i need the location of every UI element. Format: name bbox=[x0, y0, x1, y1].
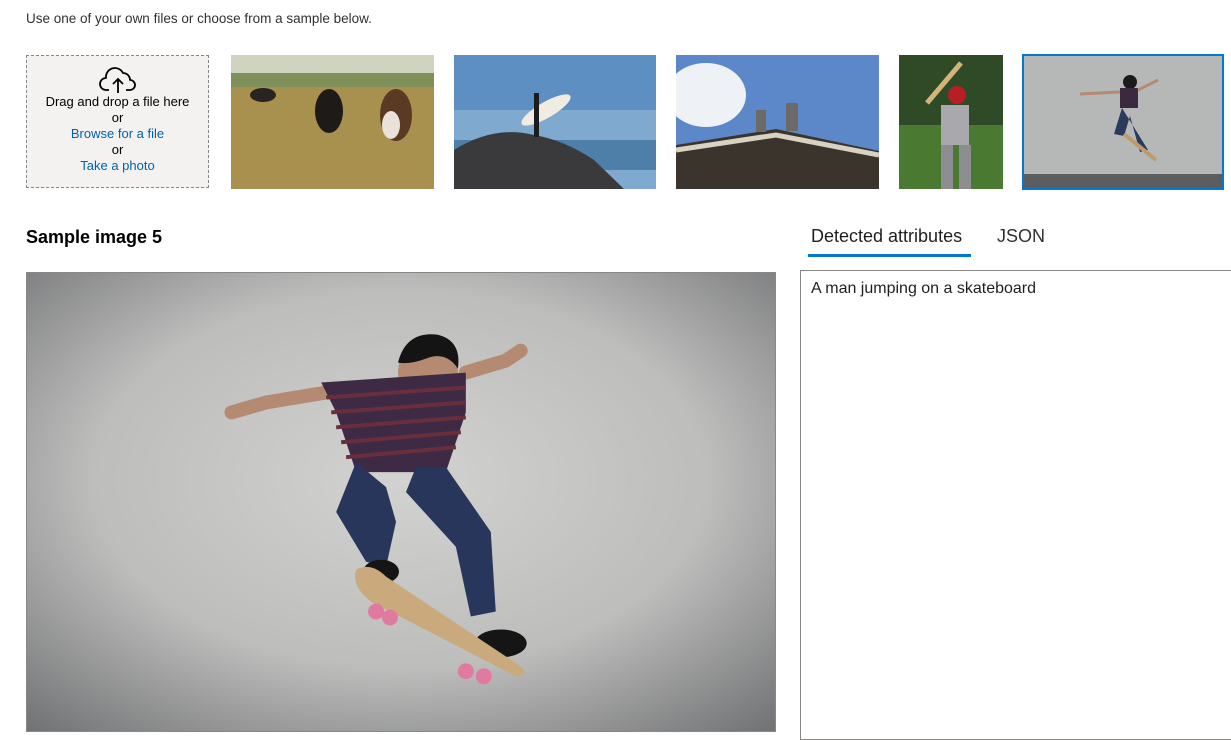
take-photo-link[interactable]: Take a photo bbox=[27, 158, 208, 174]
drag-drop-label: Drag and drop a file here bbox=[45, 94, 190, 109]
tab-detected-attributes[interactable]: Detected attributes bbox=[811, 226, 962, 247]
intro-text: Use one of your own files or choose from… bbox=[26, 11, 372, 26]
detected-attributes-panel: A man jumping on a skateboard bbox=[800, 270, 1231, 740]
upload-dropzone[interactable]: Drag and drop a file here or Browse for … bbox=[26, 55, 209, 188]
tab-json[interactable]: JSON bbox=[997, 226, 1045, 247]
or-label: or bbox=[111, 142, 124, 157]
cloud-upload-icon bbox=[98, 67, 136, 93]
sample-thumbnail-surfer[interactable] bbox=[454, 55, 656, 189]
sample-thumbnail-skateboarder[interactable] bbox=[1022, 54, 1224, 190]
sample-image-title: Sample image 5 bbox=[26, 227, 163, 247]
main-sample-image bbox=[26, 272, 776, 732]
caption-text: A man jumping on a skateboard bbox=[811, 280, 1037, 297]
active-tab-indicator bbox=[808, 254, 971, 257]
browse-file-link[interactable]: Browse for a file bbox=[27, 126, 208, 142]
sample-thumbnail-baseball[interactable] bbox=[899, 55, 1003, 189]
sample-thumbnail-building[interactable] bbox=[676, 55, 879, 189]
sample-thumbnail-cows[interactable] bbox=[231, 55, 434, 189]
or-label: or bbox=[111, 110, 124, 125]
